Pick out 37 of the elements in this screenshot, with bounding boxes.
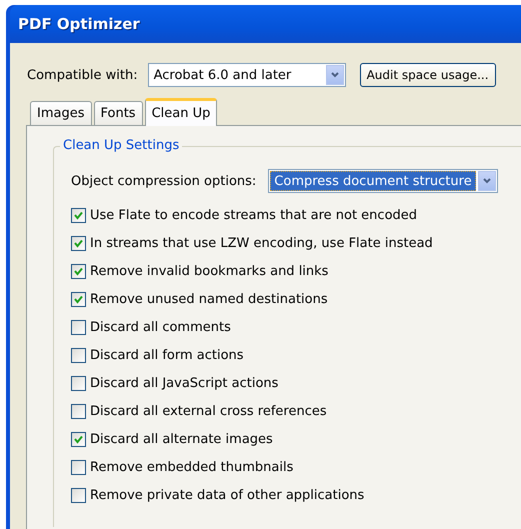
compatible-label: Compatible with: (27, 68, 138, 82)
checkbox[interactable] (71, 320, 86, 334)
dropdown[interactable]: Compress document structure (268, 169, 498, 193)
checkbox-label: Discard all alternate images (90, 432, 273, 446)
checkbox[interactable] (71, 264, 86, 278)
group-title: Clean Up Settings (60, 138, 182, 153)
checkbox[interactable] (71, 404, 86, 418)
checkbox-label: Remove private data of other applications (90, 488, 364, 502)
checkbox[interactable] (71, 460, 86, 474)
checkbox[interactable] (71, 432, 86, 446)
checkbox[interactable] (71, 376, 86, 390)
dropdown[interactable]: Acrobat 6.0 and later (148, 63, 346, 87)
checkbox-label: Use Flate to encode streams that are not encoded (90, 208, 418, 222)
checkbox-label: Remove embedded thumbnails (90, 460, 294, 474)
checkbox[interactable] (71, 488, 86, 502)
checkmark-icon (74, 238, 83, 248)
checkbox[interactable] (71, 348, 86, 362)
checkmark-icon (74, 434, 83, 444)
checkbox-label: Remove invalid bookmarks and links (90, 264, 328, 278)
tab[interactable]: Fonts (94, 101, 143, 125)
compression-label: Object compression options: (71, 174, 256, 188)
checkmark-icon (74, 294, 83, 304)
checkbox[interactable] (71, 236, 86, 250)
audit-button[interactable]: Audit space usage... (360, 63, 496, 87)
checkbox[interactable] (71, 208, 86, 222)
checkbox[interactable] (71, 292, 86, 306)
checkbox-label: Discard all comments (90, 320, 231, 334)
checkbox-label: In streams that use LZW encoding, use Flate instead (90, 236, 433, 250)
tab[interactable]: Images (30, 101, 92, 125)
checkbox-label: Discard all external cross references (90, 404, 327, 418)
checkmark-icon (74, 210, 83, 220)
checkbox-label: Discard all JavaScript actions (90, 376, 278, 390)
checkmark-icon (74, 266, 83, 276)
checkbox-label: Discard all form actions (90, 348, 244, 362)
checkbox-label: Remove unused named destinations (90, 292, 328, 306)
tab[interactable]: Clean Up (144, 98, 218, 126)
window-title: PDF Optimizer (18, 15, 140, 33)
